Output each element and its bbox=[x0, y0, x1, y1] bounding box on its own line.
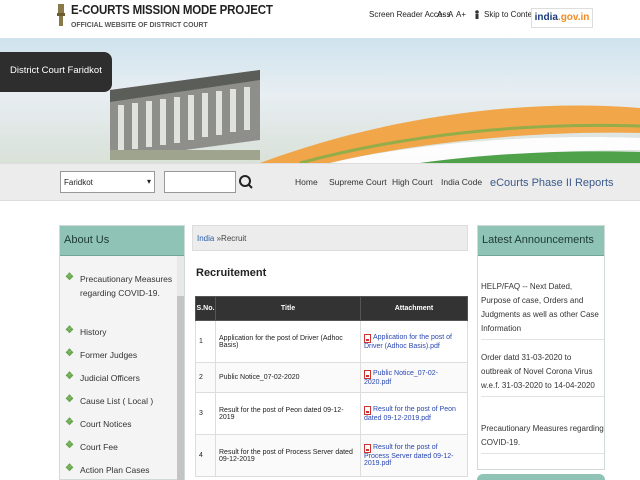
table-row: 4 Result for the post of Process Server … bbox=[195, 434, 468, 477]
search-icon[interactable] bbox=[236, 171, 256, 193]
pdf-icon bbox=[364, 333, 371, 343]
about-us-panel: About Us ❖ Precautionary Measures regardi… bbox=[59, 225, 185, 480]
row-attachment[interactable]: Public Notice_07-02-2020.pdf bbox=[360, 362, 468, 393]
pdf-icon bbox=[364, 405, 371, 415]
sidebar-item-former-judges[interactable]: ❖ Former Judges bbox=[65, 348, 175, 362]
bullet-icon: ❖ bbox=[65, 348, 74, 359]
font-increase-button[interactable]: A+ bbox=[456, 10, 466, 19]
bullet-icon: ❖ bbox=[65, 394, 74, 405]
about-us-heading: About Us bbox=[60, 226, 184, 256]
row-sno: 3 bbox=[195, 392, 216, 435]
sidebar-item-action-plan[interactable]: ❖ Action Plan Cases bbox=[65, 463, 175, 477]
person-icon bbox=[475, 10, 479, 19]
bullet-icon: ❖ bbox=[65, 325, 74, 336]
next-panel-header bbox=[477, 474, 605, 480]
pdf-icon bbox=[364, 369, 371, 379]
row-attachment[interactable]: Application for the post of Driver (Adho… bbox=[360, 320, 468, 363]
search-input[interactable] bbox=[164, 171, 236, 193]
row-sno: 2 bbox=[195, 362, 216, 393]
font-decrease-button[interactable]: A- bbox=[437, 10, 445, 19]
court-building-image bbox=[110, 70, 260, 160]
sidebar-item-covid[interactable]: ❖ Precautionary Measures regarding COVID-… bbox=[65, 272, 175, 300]
page-title: Recruitement bbox=[196, 267, 267, 279]
recruitment-table: S.No. Title Attachment 1 Application for… bbox=[195, 296, 468, 477]
attachment-link[interactable]: Public Notice_07-02-2020.pdf bbox=[364, 370, 438, 386]
announcement-item[interactable]: Order datd 31-03-2020 to outbreak of Nov… bbox=[481, 351, 604, 397]
breadcrumb-current: Recruit bbox=[221, 234, 247, 243]
font-normal-button[interactable]: A bbox=[448, 10, 453, 19]
sidebar-item-cause-list[interactable]: ❖ Cause List ( Local ) bbox=[65, 394, 175, 408]
bullet-icon: ❖ bbox=[65, 371, 74, 382]
nav-ecourts-reports[interactable]: eCourts Phase II Reports bbox=[490, 177, 614, 189]
chevron-down-icon: ▾ bbox=[146, 177, 151, 186]
breadcrumb-home[interactable]: India bbox=[197, 234, 214, 243]
row-sno: 1 bbox=[195, 320, 216, 363]
attachment-link[interactable]: Result for the post of Process Server da… bbox=[364, 444, 454, 467]
sidebar-item-court-notices[interactable]: ❖ Court Notices bbox=[65, 417, 175, 431]
announcements-panel: Latest Announcements HELP/FAQ -- Next Da… bbox=[477, 225, 605, 470]
breadcrumb: India »Recruit bbox=[192, 225, 468, 251]
india-gov-logo[interactable]: india.gov.in bbox=[531, 8, 593, 28]
site-header: E-COURTS MISSION MODE PROJECT OFFICIAL W… bbox=[0, 0, 640, 38]
table-row: 1 Application for the post of Driver (Ad… bbox=[195, 320, 468, 363]
banner: District Court Faridkot bbox=[0, 38, 640, 163]
row-title: Result for the post of Peon dated 09-12-… bbox=[215, 392, 361, 435]
table-row: 3 Result for the post of Peon dated 09-1… bbox=[195, 392, 468, 435]
announcement-item[interactable]: HELP/FAQ -- Next Dated, Purpose of case,… bbox=[481, 280, 604, 340]
sidebar-item-court-fee[interactable]: ❖ Court Fee bbox=[65, 440, 175, 454]
district-select[interactable]: Faridkot ▾ bbox=[60, 171, 155, 193]
table-row: 2 Public Notice_07-02-2020 Public Notice… bbox=[195, 362, 468, 393]
row-attachment[interactable]: Result for the post of Process Server da… bbox=[360, 434, 468, 477]
announcement-item[interactable]: Precautionary Measures regarding COVID-1… bbox=[481, 422, 604, 454]
nav-india-code[interactable]: India Code bbox=[441, 177, 482, 187]
bullet-icon: ❖ bbox=[65, 440, 74, 451]
attachment-link[interactable]: Application for the post of Driver (Adho… bbox=[364, 334, 452, 350]
row-title: Result for the post of Process Server da… bbox=[215, 434, 361, 477]
row-title: Public Notice_07-02-2020 bbox=[215, 362, 361, 393]
site-subtitle: OFFICIAL WEBSITE OF DISTRICT COURT bbox=[71, 20, 208, 29]
sidebar-item-history[interactable]: ❖ History bbox=[65, 325, 175, 339]
nav-home[interactable]: Home bbox=[295, 177, 318, 187]
column-header: Attachment bbox=[360, 296, 468, 321]
bullet-icon: ❖ bbox=[65, 463, 74, 474]
table-header-row: S.No. Title Attachment bbox=[195, 296, 468, 321]
row-attachment[interactable]: Result for the post of Peon dated 09-12-… bbox=[360, 392, 468, 435]
sidebar-item-judicial-officers[interactable]: ❖ Judicial Officers bbox=[65, 371, 175, 385]
nav-supreme-court[interactable]: Supreme Court bbox=[329, 177, 387, 187]
column-header: Title bbox=[215, 296, 361, 321]
main-nav: Faridkot ▾ Home Supreme Court High Court… bbox=[0, 163, 640, 201]
row-title: Application for the post of Driver (Adho… bbox=[215, 320, 361, 363]
scrollbar-thumb[interactable] bbox=[177, 296, 184, 480]
row-sno: 4 bbox=[195, 434, 216, 477]
site-title: E-COURTS MISSION MODE PROJECT bbox=[71, 3, 273, 17]
court-name-label: District Court Faridkot bbox=[0, 52, 112, 92]
pdf-icon bbox=[364, 444, 371, 453]
bullet-icon: ❖ bbox=[65, 272, 74, 283]
sidebar-scrollbar[interactable] bbox=[177, 256, 184, 480]
national-emblem-icon bbox=[57, 4, 65, 26]
attachment-link[interactable]: Result for the post of Peon dated 09-12-… bbox=[364, 406, 456, 422]
announcements-heading: Latest Announcements bbox=[478, 226, 604, 256]
bullet-icon: ❖ bbox=[65, 417, 74, 428]
column-header: S.No. bbox=[195, 296, 216, 321]
nav-high-court[interactable]: High Court bbox=[392, 177, 433, 187]
